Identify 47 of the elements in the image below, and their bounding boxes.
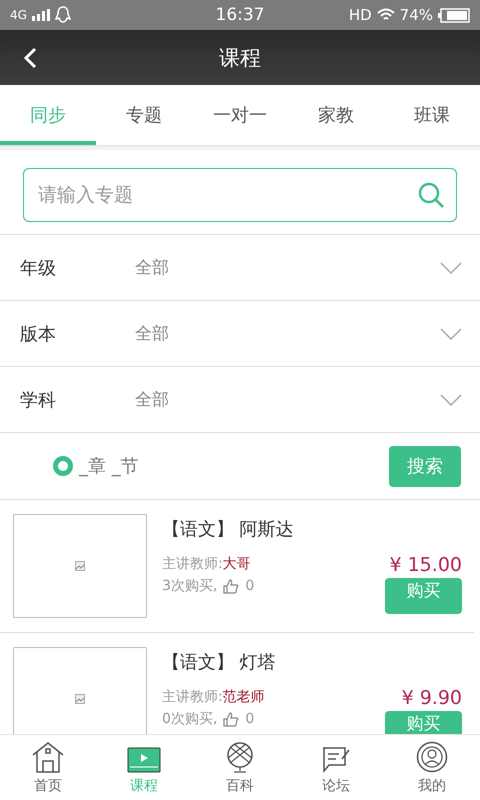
penguin-icon: [54, 6, 71, 24]
nav-tab[interactable]: 我的: [384, 735, 480, 800]
tab[interactable]: 家教: [288, 85, 384, 145]
teacher-name: 范老师: [222, 688, 265, 706]
broken-image-icon: [75, 561, 85, 571]
like-count: 0: [245, 578, 254, 594]
tab[interactable]: 一对一: [192, 85, 288, 145]
battery-icon: [438, 8, 470, 22]
course-title: 【语文】 灯塔: [162, 651, 277, 674]
price: ¥ 15.00: [389, 554, 462, 576]
message-edit-icon: [321, 745, 351, 773]
like-count: 0: [245, 711, 254, 727]
clock-time: 16:37: [216, 5, 264, 25]
tab[interactable]: 班课: [384, 85, 480, 145]
page-title: 课程: [219, 44, 261, 72]
thumbs-up-icon[interactable]: [223, 578, 240, 594]
search-field[interactable]: 请输入专题: [23, 168, 457, 222]
nav-tab[interactable]: 论坛: [288, 735, 384, 800]
network-label: 4G: [10, 8, 27, 22]
nav-tab[interactable]: 百科: [192, 735, 288, 800]
chevron-down-icon[interactable]: [440, 394, 462, 406]
house-icon: [31, 741, 65, 773]
chapter-radio[interactable]: _章 _节: [53, 454, 389, 478]
back-icon[interactable]: [23, 47, 37, 69]
course-title: 【语文】 阿斯达: [162, 518, 295, 541]
hd-label: HD: [348, 6, 372, 24]
radio-icon[interactable]: [53, 456, 73, 476]
teacher-label: 主讲教师:: [162, 688, 223, 706]
wifi-icon: [376, 8, 395, 22]
broken-image-icon: [75, 694, 85, 704]
filter-dropdown[interactable]: 年级 全部: [0, 235, 480, 301]
signal-icon: [32, 9, 50, 21]
purchase-count: 0次购买,: [162, 710, 218, 728]
battery-percent: 74%: [400, 6, 433, 24]
purchase-count: 3次购买,: [162, 577, 218, 595]
filter-dropdown[interactable]: 版本 全部: [0, 301, 480, 367]
user-avatar-icon: [416, 741, 448, 773]
tab[interactable]: 专题: [96, 85, 192, 145]
teacher-label: 主讲教师:: [162, 555, 223, 573]
chevron-down-icon[interactable]: [440, 328, 462, 340]
teacher-name: 大哥: [222, 555, 251, 573]
nav-tab[interactable]: 首页: [0, 735, 96, 800]
thumbs-up-icon[interactable]: [223, 712, 240, 726]
price: ¥ 9.90: [402, 687, 462, 709]
video-screen-icon: [127, 747, 161, 773]
search-icon[interactable]: [417, 181, 445, 209]
chevron-down-icon[interactable]: [440, 262, 462, 274]
